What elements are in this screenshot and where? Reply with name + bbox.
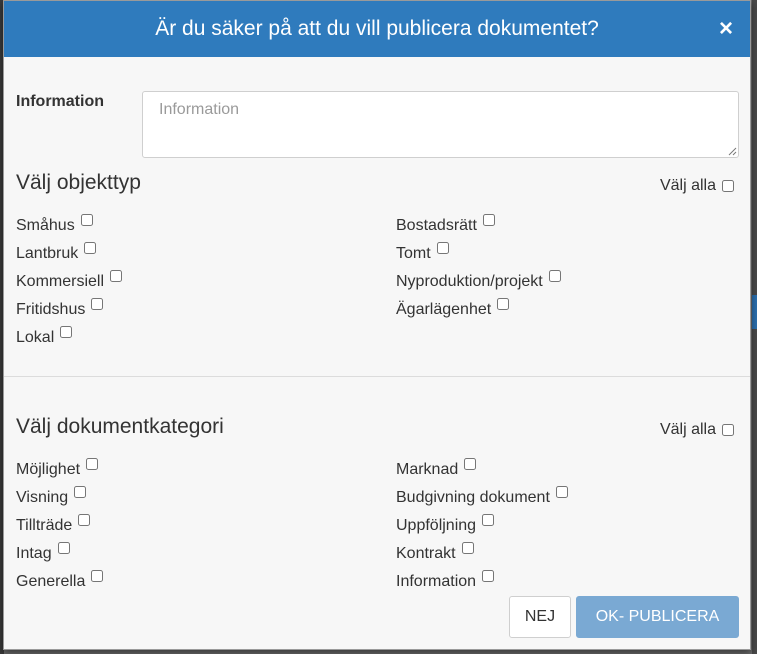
close-icon: ×: [718, 15, 733, 42]
document-category-option-label: Uppföljning: [396, 517, 477, 534]
document-category-option[interactable]: Tillträde: [16, 514, 91, 536]
object-type-option[interactable]: Fritidshus: [16, 298, 104, 320]
document-category-option[interactable]: Möjlighet: [16, 458, 99, 480]
object-type-option-checkbox[interactable]: [548, 270, 561, 282]
document-category-option-checkbox[interactable]: [464, 458, 477, 470]
dialog-header: Är du säker på att du vill publicera dok…: [4, 1, 750, 57]
object-type-select-all-checkbox[interactable]: [722, 180, 734, 192]
object-type-option-label: Fritidshus: [16, 301, 86, 318]
document-category-option-label: Budgivning dokument: [396, 489, 550, 506]
document-category-option-label: Tillträde: [16, 517, 73, 534]
object-type-option-checkbox[interactable]: [91, 298, 104, 310]
object-type-option-label: Bostadsrätt: [396, 217, 477, 234]
object-type-option-label: Lantbruk: [16, 245, 79, 262]
document-category-option[interactable]: Budgivning dokument: [396, 486, 568, 508]
object-type-option-checkbox[interactable]: [84, 242, 97, 254]
document-category-option-label: Information: [396, 573, 477, 590]
object-type-option-label: Lokal: [16, 329, 55, 346]
object-type-option[interactable]: Lokal: [16, 326, 73, 348]
document-category-option-checkbox[interactable]: [91, 570, 104, 582]
document-category-option-checkbox[interactable]: [482, 570, 495, 582]
cancel-button[interactable]: NEJ: [509, 596, 571, 638]
document-category-option-label: Marknad: [396, 461, 459, 478]
object-type-option[interactable]: Småhus: [16, 214, 93, 236]
document-category-select-all-label: Välj alla: [659, 421, 716, 438]
object-type-select-all-label: Välj alla: [659, 177, 716, 194]
document-category-option-label: Visning: [16, 489, 69, 506]
information-textarea[interactable]: [142, 91, 739, 158]
publish-dialog: Är du säker på att du vill publicera dok…: [3, 0, 751, 650]
document-category-heading: Välj dokumentkategori: [16, 415, 224, 438]
document-category-option[interactable]: Uppföljning: [396, 514, 495, 536]
object-type-option-label: Nyproduktion/projekt: [396, 273, 543, 290]
document-category-option-checkbox[interactable]: [555, 486, 568, 498]
document-category-option[interactable]: Intag: [16, 542, 70, 564]
background-accent-strip: [752, 295, 757, 329]
close-button[interactable]: ×: [716, 15, 736, 43]
document-category-option-checkbox[interactable]: [78, 514, 91, 526]
object-type-option[interactable]: Ägarlägenhet: [396, 298, 510, 320]
object-type-option-label: Ägarlägenhet: [396, 301, 492, 318]
document-category-option[interactable]: Marknad: [396, 458, 477, 480]
document-category-option-label: Kontrakt: [396, 545, 456, 562]
section-divider: [4, 376, 750, 377]
document-category-option-checkbox[interactable]: [74, 486, 87, 498]
document-category-option[interactable]: Generella: [16, 570, 104, 592]
document-category-option-checkbox[interactable]: [57, 542, 70, 554]
document-category-option[interactable]: Visning: [16, 486, 87, 508]
object-type-option-checkbox[interactable]: [60, 326, 73, 338]
object-type-option-checkbox[interactable]: [482, 214, 495, 226]
object-type-option-checkbox[interactable]: [497, 298, 510, 310]
information-label: Information: [16, 93, 104, 110]
document-category-option[interactable]: Kontrakt: [396, 542, 474, 564]
object-type-option[interactable]: Tomt: [396, 242, 449, 264]
document-category-option-checkbox[interactable]: [86, 458, 99, 470]
dialog-title: Är du säker på att du vill publicera dok…: [155, 17, 599, 40]
document-category-option-label: Generella: [16, 573, 86, 590]
document-category-option-label: Intag: [16, 545, 52, 562]
document-category-option-checkbox[interactable]: [482, 514, 495, 526]
object-type-option-checkbox[interactable]: [110, 270, 123, 282]
document-category-option-checkbox[interactable]: [461, 542, 474, 554]
object-type-option[interactable]: Kommersiell: [16, 270, 123, 292]
object-type-option[interactable]: Lantbruk: [16, 242, 97, 264]
object-type-heading: Välj objekttyp: [16, 171, 141, 194]
object-type-option-label: Småhus: [16, 217, 75, 234]
object-type-select-all[interactable]: Välj alla: [660, 177, 734, 195]
publish-button[interactable]: OK- PUBLICERA: [576, 596, 739, 638]
object-type-option-label: Kommersiell: [16, 273, 105, 290]
document-category-option[interactable]: Information: [396, 570, 495, 592]
resize-grip-icon[interactable]: [728, 147, 737, 156]
document-category-option-label: Möjlighet: [16, 461, 81, 478]
object-type-option-checkbox[interactable]: [436, 242, 449, 254]
object-type-option-label: Tomt: [396, 245, 431, 262]
document-category-select-all[interactable]: Välj alla: [660, 421, 734, 439]
object-type-option[interactable]: Bostadsrätt: [396, 214, 495, 236]
object-type-option-checkbox[interactable]: [80, 214, 93, 226]
document-category-select-all-checkbox[interactable]: [722, 424, 734, 436]
object-type-option[interactable]: Nyproduktion/projekt: [396, 270, 561, 292]
